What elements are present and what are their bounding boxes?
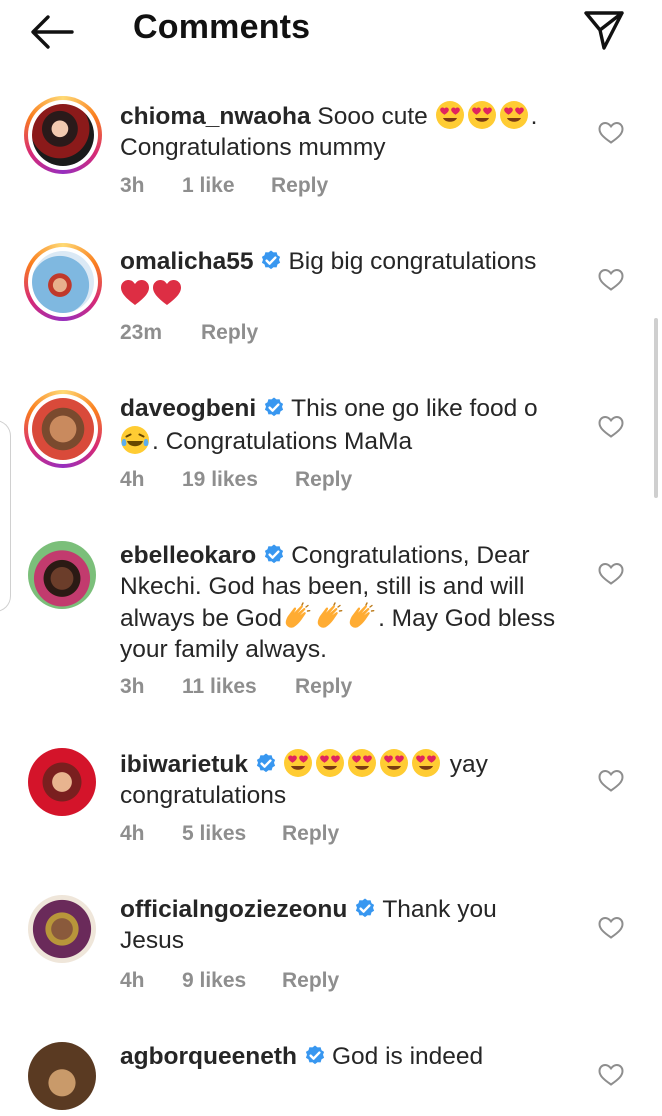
verified-badge-icon (259, 249, 283, 273)
heart-eyes-emoji-icon (347, 748, 377, 778)
red-heart-emoji-icon (152, 278, 182, 308)
reply-button[interactable]: Reply (295, 675, 352, 699)
reply-button[interactable]: Reply (282, 969, 339, 993)
comment-body-line: Nkechi. God has been, still is and will (120, 572, 525, 600)
comment-body: Big big congratulations (288, 248, 537, 275)
comment-body: God is indeed (331, 1043, 484, 1070)
comment-time: 23m (120, 321, 163, 344)
avatar[interactable] (24, 243, 102, 321)
page-title: Comments (133, 8, 311, 46)
comment-body-line: Congratulations mummy (120, 133, 386, 161)
reply-button[interactable]: Reply (201, 321, 258, 345)
clapping-hands-emoji-icon (314, 602, 344, 632)
heart-eyes-emoji-icon (467, 100, 497, 130)
avatar[interactable] (24, 891, 102, 969)
like-heart-icon[interactable] (598, 415, 624, 439)
reply-button[interactable]: Reply (295, 468, 352, 492)
clapping-hands-emoji-icon (346, 602, 376, 632)
like-heart-icon[interactable] (598, 1063, 624, 1087)
avatar[interactable] (24, 96, 102, 174)
comment-username[interactable]: officialngoziezeonu (120, 896, 347, 923)
reply-button[interactable]: Reply (282, 822, 339, 846)
comment-body: yay (449, 751, 488, 778)
comment-likes[interactable]: 9 likes (182, 969, 246, 993)
comment-text: chioma_nwaoha Sooo cute . Congratulation… (120, 100, 575, 163)
side-edge-handle[interactable] (0, 420, 11, 612)
avatar[interactable] (24, 537, 102, 615)
comment-body: Congratulations, Dear (291, 542, 530, 569)
comment-body: Thank you (382, 896, 497, 923)
comment-text: officialngoziezeonu Thank you Jesus (120, 895, 575, 956)
heart-eyes-emoji-icon (379, 748, 409, 778)
comment-body: This one go like food o (291, 395, 538, 422)
comment-time: 3h (120, 675, 145, 698)
heart-eyes-emoji-icon (499, 100, 529, 130)
comment-time: 4h (120, 969, 145, 992)
comment-text: ebelleokaro Congratulations, Dear Nkechi.… (120, 541, 575, 665)
top-bar: Comments (0, 0, 662, 62)
comment-body-line: your family always. (120, 635, 327, 663)
comment-likes[interactable]: 11 likes (182, 675, 257, 699)
comment-text: agborqueeneth God is indeed (120, 1042, 575, 1073)
comment-body-line: Jesus (120, 926, 185, 954)
comment-text: ibiwarietuk yay congratulations (120, 748, 575, 811)
comment-body: . (530, 103, 538, 130)
verified-badge-icon (262, 543, 286, 567)
avatar[interactable] (24, 1038, 102, 1116)
scrollbar[interactable] (654, 318, 658, 498)
heart-eyes-emoji-icon (411, 748, 441, 778)
back-arrow-icon[interactable] (28, 12, 76, 52)
like-heart-icon[interactable] (598, 916, 624, 940)
comment-body-line: congratulations (120, 781, 287, 809)
like-heart-icon[interactable] (598, 121, 624, 145)
avatar[interactable] (24, 390, 102, 468)
verified-badge-icon (303, 1044, 327, 1068)
paper-plane-icon[interactable] (582, 8, 626, 52)
comment-time: 3h (120, 174, 145, 197)
comment-body: Sooo cute (317, 103, 428, 130)
comment-body-line: . Congratulations MaMa (152, 427, 413, 455)
clapping-hands-emoji-icon (282, 602, 312, 632)
red-heart-emoji-icon (120, 278, 150, 308)
comment-text: omalicha55 Big big congratulations (120, 247, 575, 310)
verified-badge-icon (254, 752, 278, 776)
heart-eyes-emoji-icon (435, 100, 465, 130)
comment-username[interactable]: agborqueeneth (120, 1043, 297, 1070)
comment-time: 4h (120, 822, 145, 845)
like-heart-icon[interactable] (598, 268, 624, 292)
comment-likes[interactable]: 19 likes (182, 468, 258, 492)
comment-likes[interactable]: 1 like (182, 174, 235, 198)
tears-of-joy-emoji-icon (120, 425, 150, 455)
like-heart-icon[interactable] (598, 769, 624, 793)
comment-username[interactable]: omalicha55 (120, 248, 253, 275)
comment-text: daveogbeni This one go like food o . Cong… (120, 394, 575, 457)
reply-button[interactable]: Reply (271, 174, 328, 198)
comment-username[interactable]: ebelleokaro (120, 542, 256, 569)
verified-badge-icon (353, 897, 377, 921)
verified-badge-icon (262, 396, 286, 420)
comment-likes[interactable]: 5 likes (182, 822, 246, 846)
comment-username[interactable]: chioma_nwaoha (120, 103, 311, 130)
comment-time: 4h (120, 468, 145, 491)
comment-username[interactable]: daveogbeni (120, 395, 256, 422)
heart-eyes-emoji-icon (315, 748, 345, 778)
heart-eyes-emoji-icon (283, 748, 313, 778)
comment-username[interactable]: ibiwarietuk (120, 751, 248, 778)
comment-body-line: always be God (120, 605, 283, 632)
avatar[interactable] (24, 744, 102, 822)
like-heart-icon[interactable] (598, 562, 624, 586)
comment-body-line: . May God bless (378, 605, 556, 632)
